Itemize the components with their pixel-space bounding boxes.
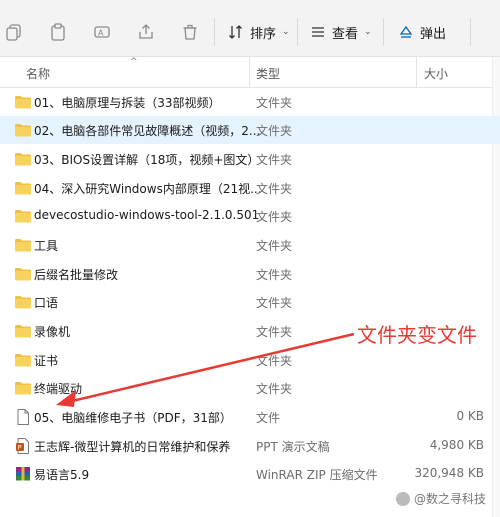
watermark-logo-icon — [396, 491, 410, 506]
annotation-text: 文件夹变文件 — [357, 323, 477, 347]
watermark-text: @数之寻科技 — [414, 492, 487, 506]
annotation-arrow — [56, 332, 355, 407]
watermark: @数之寻科技 — [396, 490, 486, 507]
